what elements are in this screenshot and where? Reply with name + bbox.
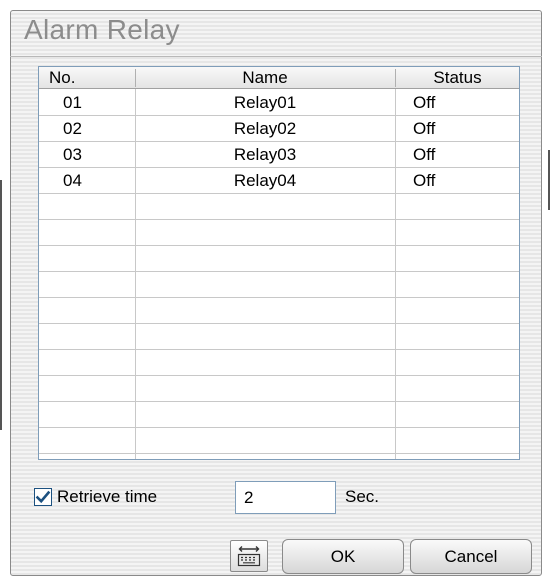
- relay-name-cell: Relay03: [233, 145, 297, 164]
- table-row[interactable]: 03 Relay03 Off: [39, 142, 519, 168]
- title-divider: [10, 56, 542, 57]
- table-row[interactable]: [39, 428, 519, 454]
- frame-edge-right: [548, 150, 550, 210]
- relay-number-cell: 04: [63, 171, 82, 190]
- relay-number-cell: 02: [63, 119, 82, 138]
- relay-status-cell: Off: [413, 145, 436, 164]
- relay-number-cell: 03: [63, 145, 82, 164]
- table-row[interactable]: [39, 246, 519, 272]
- keyboard-icon: [237, 546, 261, 567]
- retrieve-time-label: Retrieve time: [57, 487, 158, 506]
- relay-status-cell: Off: [413, 171, 436, 190]
- table-row[interactable]: [39, 402, 519, 428]
- table-row[interactable]: 02 Relay02 Off: [39, 116, 519, 142]
- relay-table-body: 01 Relay01 Off 02 Relay02 Off 03 Relay03 Off 04 Re…: [39, 90, 519, 454]
- retrieve-time-option[interactable]: Retrieve time: [34, 486, 157, 508]
- table-row[interactable]: [39, 272, 519, 298]
- table-row[interactable]: 01 Relay01 Off: [39, 90, 519, 116]
- relay-table-header: No. Name Status: [39, 67, 519, 89]
- relay-name-cell: Relay04: [233, 171, 297, 190]
- frame-edge-left: [0, 180, 2, 430]
- keyboard-button[interactable]: [230, 540, 268, 572]
- table-row[interactable]: [39, 324, 519, 350]
- cancel-button[interactable]: Cancel: [410, 539, 532, 574]
- dialog-title: Alarm Relay: [24, 14, 180, 45]
- ok-button[interactable]: OK: [282, 539, 404, 574]
- relay-name-cell: Relay01: [233, 93, 297, 112]
- retrieve-time-input[interactable]: [235, 481, 336, 514]
- relay-status-cell: Off: [413, 93, 436, 112]
- table-row[interactable]: [39, 194, 519, 220]
- relay-number-cell: 01: [63, 93, 82, 112]
- relay-name-cell: Relay02: [233, 119, 297, 138]
- table-row[interactable]: [39, 298, 519, 324]
- column-header-name[interactable]: Name: [136, 68, 394, 88]
- relay-status-cell: Off: [413, 119, 436, 138]
- relay-table[interactable]: No. Name Status 01 Relay01 Off 02 Relay02 Off…: [38, 66, 520, 460]
- checkmark-icon: [35, 490, 51, 504]
- column-header-status[interactable]: Status: [396, 68, 519, 88]
- table-row[interactable]: 04 Relay04 Off: [39, 168, 519, 194]
- table-row[interactable]: [39, 376, 519, 402]
- retrieve-time-checkbox[interactable]: [34, 488, 52, 506]
- table-row[interactable]: [39, 350, 519, 376]
- table-row[interactable]: [39, 220, 519, 246]
- seconds-unit-label: Sec.: [345, 487, 380, 506]
- column-header-no[interactable]: No.: [49, 68, 75, 88]
